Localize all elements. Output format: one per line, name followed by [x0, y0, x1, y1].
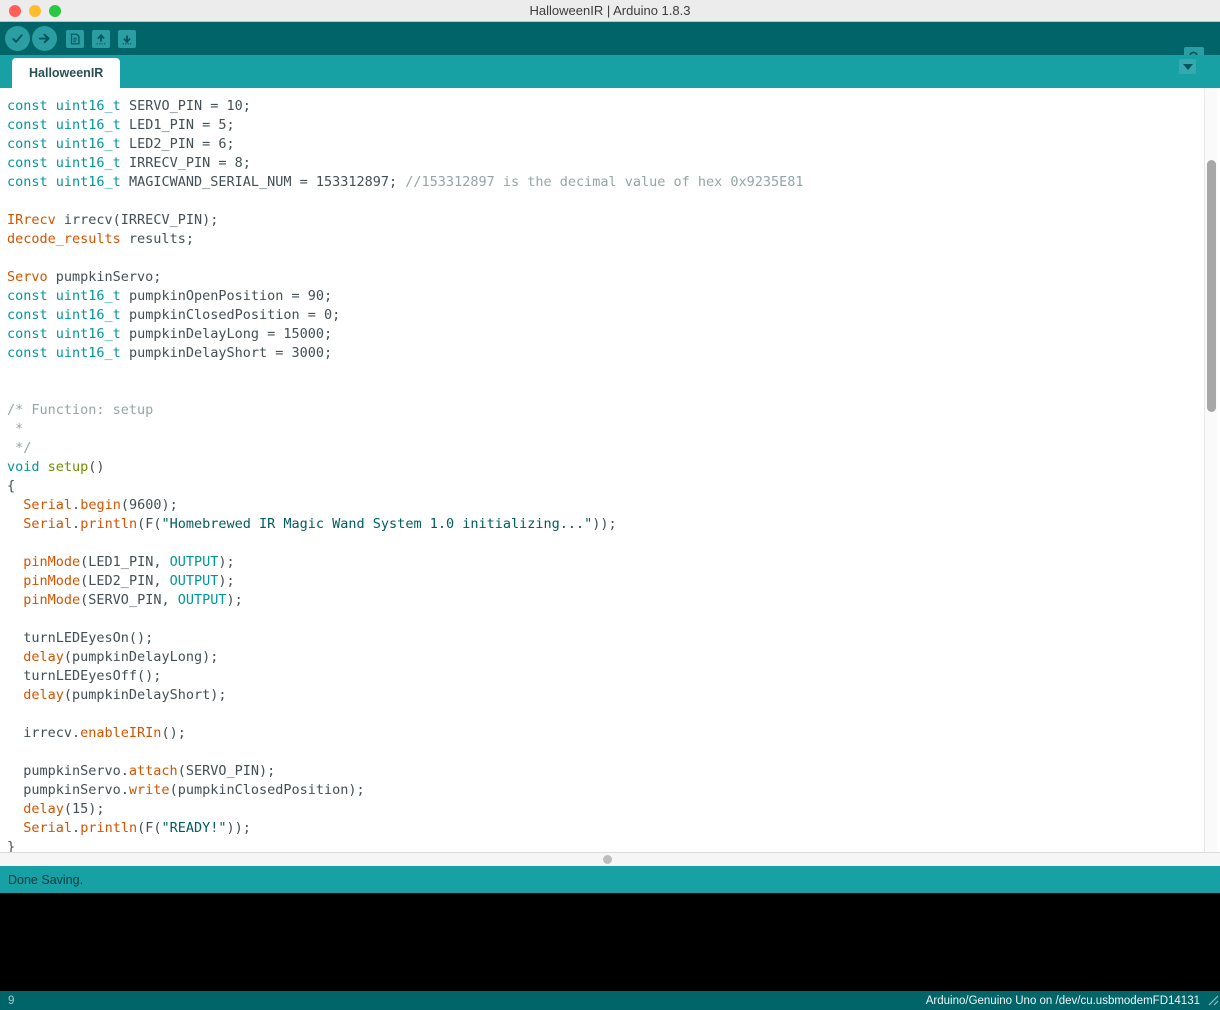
chevron-down-icon [1183, 64, 1193, 70]
check-icon [10, 31, 25, 46]
code-line: const uint16_t pumpkinOpenPosition = 90; [7, 287, 1220, 306]
code-line: } [7, 838, 1220, 852]
window-title: HalloweenIR | Arduino 1.8.3 [0, 0, 1220, 22]
code-line: const uint16_t LED2_PIN = 6; [7, 135, 1220, 154]
arrow-right-icon [37, 31, 52, 46]
code-editor[interactable]: const uint16_t SERVO_PIN = 10;const uint… [0, 88, 1220, 852]
code-line: Servo pumpkinServo; [7, 268, 1220, 287]
code-line [7, 534, 1220, 553]
code-line: pumpkinServo.write(pumpkinClosedPosition… [7, 781, 1220, 800]
code-line: Serial.println(F("READY!")); [7, 819, 1220, 838]
console-output [0, 893, 1220, 991]
code-line: const uint16_t pumpkinDelayLong = 15000; [7, 325, 1220, 344]
line-status-bar: 9 Arduino/Genuino Uno on /dev/cu.usbmode… [0, 991, 1220, 1010]
code-line: IRrecv irrecv(IRRECV_PIN); [7, 211, 1220, 230]
code-line: { [7, 477, 1220, 496]
status-bar: Done Saving. [0, 866, 1220, 893]
arrow-up-tray-icon [94, 32, 108, 46]
code-line [7, 249, 1220, 268]
code-line: turnLEDEyesOff(); [7, 667, 1220, 686]
code-line: const uint16_t MAGICWAND_SERIAL_NUM = 15… [7, 173, 1220, 192]
code-line: decode_results results; [7, 230, 1220, 249]
code-line [7, 743, 1220, 762]
open-button[interactable] [92, 30, 110, 48]
board-port-info: Arduino/Genuino Uno on /dev/cu.usbmodemF… [926, 995, 1200, 1007]
code-line: irrecv.enableIRIn(); [7, 724, 1220, 743]
upload-button[interactable] [32, 26, 57, 51]
code-line [7, 705, 1220, 724]
horizontal-scrollbar[interactable] [0, 852, 1220, 866]
titlebar: HalloweenIR | Arduino 1.8.3 [0, 0, 1220, 22]
code-line: const uint16_t SERVO_PIN = 10; [7, 97, 1220, 116]
toolbar [0, 22, 1220, 55]
code-line: delay(pumpkinDelayLong); [7, 648, 1220, 667]
code-line: delay(pumpkinDelayShort); [7, 686, 1220, 705]
code-line: Serial.begin(9600); [7, 496, 1220, 515]
code-line [7, 192, 1220, 211]
horizontal-scrollbar-thumb[interactable] [603, 855, 612, 864]
code-line [7, 382, 1220, 401]
code-line: void setup() [7, 458, 1220, 477]
verify-button[interactable] [5, 26, 30, 51]
document-icon [68, 32, 82, 46]
code-line: Serial.println(F("Homebrewed IR Magic Wa… [7, 515, 1220, 534]
status-message: Done Saving. [8, 873, 83, 887]
new-sketch-button[interactable] [66, 30, 84, 48]
arrow-down-tray-icon [120, 32, 134, 46]
code-line: * [7, 420, 1220, 439]
code-line: const uint16_t pumpkinClosedPosition = 0… [7, 306, 1220, 325]
arduino-window: HalloweenIR | Arduino 1.8.3 HalloweenIR [0, 0, 1220, 1010]
code-line: */ [7, 439, 1220, 458]
code-line [7, 610, 1220, 629]
tab-bar: HalloweenIR [0, 55, 1220, 88]
code-area: const uint16_t SERVO_PIN = 10;const uint… [0, 88, 1220, 852]
code-line: pumpkinServo.attach(SERVO_PIN); [7, 762, 1220, 781]
code-line: const uint16_t LED1_PIN = 5; [7, 116, 1220, 135]
tab-halloweenir[interactable]: HalloweenIR [12, 58, 120, 88]
tab-menu-button[interactable] [1179, 59, 1196, 74]
tab-label: HalloweenIR [29, 66, 103, 80]
code-line: const uint16_t pumpkinDelayShort = 3000; [7, 344, 1220, 363]
vertical-scrollbar-thumb[interactable] [1207, 160, 1216, 412]
vertical-scrollbar[interactable] [1204, 88, 1217, 852]
code-line: /* Function: setup [7, 401, 1220, 420]
code-line: pinMode(SERVO_PIN, OUTPUT); [7, 591, 1220, 610]
code-line: delay(15); [7, 800, 1220, 819]
resize-grip[interactable] [1205, 992, 1219, 1009]
code-line: const uint16_t IRRECV_PIN = 8; [7, 154, 1220, 173]
code-line: pinMode(LED1_PIN, OUTPUT); [7, 553, 1220, 572]
cursor-line-number: 9 [8, 995, 14, 1007]
save-button[interactable] [118, 30, 136, 48]
code-line: turnLEDEyesOn(); [7, 629, 1220, 648]
code-line: pinMode(LED2_PIN, OUTPUT); [7, 572, 1220, 591]
code-line [7, 363, 1220, 382]
